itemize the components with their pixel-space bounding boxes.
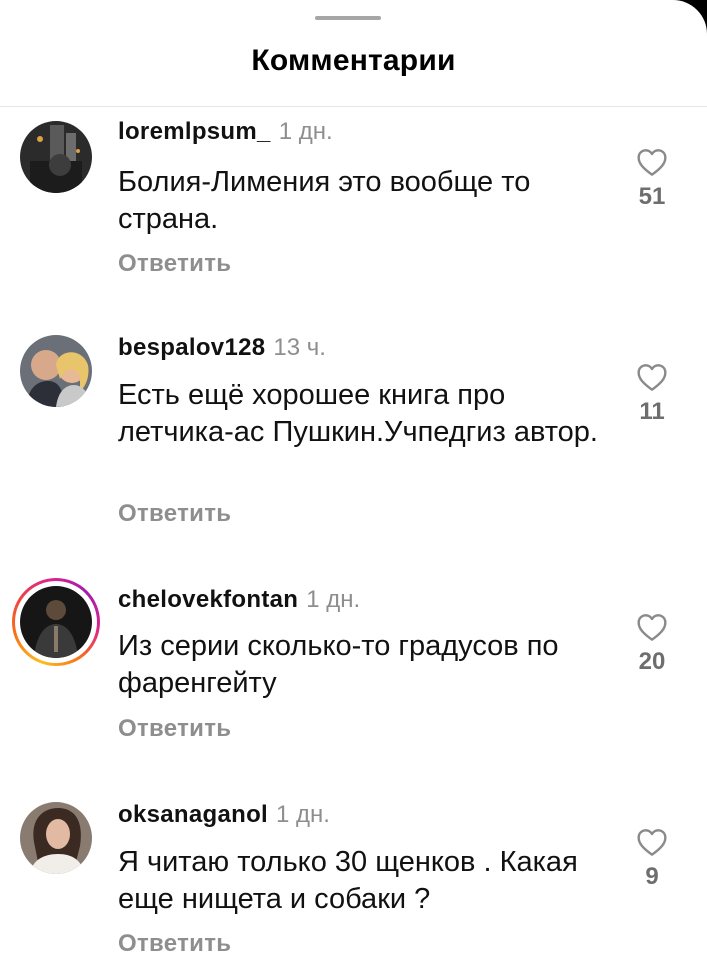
username[interactable]: oksanaganol bbox=[118, 801, 268, 828]
drag-handle[interactable] bbox=[315, 16, 381, 20]
like-control[interactable]: 11 bbox=[624, 362, 680, 426]
reply-button[interactable]: Ответить bbox=[118, 715, 231, 743]
reply-button[interactable]: Ответить bbox=[118, 250, 231, 278]
like-count: 20 bbox=[638, 648, 666, 675]
comment-meta: oksanaganol 1 дн. bbox=[118, 800, 330, 830]
avatar[interactable] bbox=[20, 802, 92, 874]
like-count: 51 bbox=[638, 183, 666, 210]
heart-outline-icon[interactable] bbox=[636, 362, 668, 392]
username[interactable]: chelovekfontan bbox=[118, 586, 298, 613]
comment-meta: chelovekfontan 1 дн. bbox=[118, 585, 360, 615]
reply-button[interactable]: Ответить bbox=[118, 930, 231, 958]
username[interactable]: loremlpsum_ bbox=[118, 118, 271, 145]
avatar[interactable] bbox=[20, 121, 92, 193]
like-count: 9 bbox=[645, 863, 659, 890]
story-ring[interactable] bbox=[12, 578, 100, 666]
sheet-title: Комментарии bbox=[251, 44, 456, 77]
like-control[interactable]: 51 bbox=[624, 147, 680, 211]
username[interactable]: bespalov128 bbox=[118, 334, 265, 361]
like-control[interactable]: 9 bbox=[624, 827, 680, 891]
like-control[interactable]: 20 bbox=[624, 612, 680, 676]
heart-outline-icon[interactable] bbox=[636, 827, 668, 857]
heart-outline-icon[interactable] bbox=[636, 147, 668, 177]
heart-outline-icon[interactable] bbox=[636, 612, 668, 642]
avatar[interactable] bbox=[20, 586, 92, 658]
timestamp: 13 ч. bbox=[273, 334, 326, 361]
header-divider bbox=[0, 106, 707, 107]
comment-meta: bespalov128 13 ч. bbox=[118, 333, 326, 363]
timestamp: 1 дн. bbox=[276, 801, 330, 828]
like-count: 11 bbox=[639, 398, 665, 425]
reply-button[interactable]: Ответить bbox=[118, 500, 231, 528]
comment-text: Болия-Лимения это вообще то страна. bbox=[118, 166, 531, 235]
comment-text: Есть ещё хорошее книга про летчика-ас Пу… bbox=[118, 379, 598, 448]
comment-meta: loremlpsum_ 1 дн. bbox=[118, 117, 333, 147]
timestamp: 1 дн. bbox=[278, 118, 333, 145]
avatar[interactable] bbox=[20, 335, 92, 407]
comments-sheet: Комментарии loremlpsum_ 1 дн. Болия-Лимен… bbox=[0, 0, 707, 968]
comment-text: Я читаю только 30 щенков . Какая еще нищ… bbox=[118, 846, 578, 915]
timestamp: 1 дн. bbox=[306, 586, 361, 613]
comment-text: Из серии сколько-то градусов по фаренгей… bbox=[118, 630, 559, 699]
